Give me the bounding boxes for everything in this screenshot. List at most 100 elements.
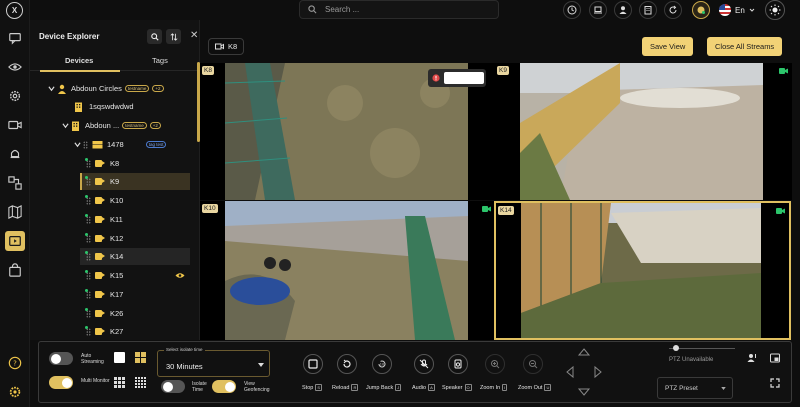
chevron-down-icon [62,123,69,129]
coin-user-icon[interactable] [692,1,710,19]
building-icon[interactable] [639,1,657,19]
online-status-dot [85,176,88,179]
layout-grid-3x3-icon[interactable] [114,377,125,388]
camera-label: K17 [110,290,124,299]
theme-toggle-sun-icon[interactable] [765,0,785,20]
explorer-search-button[interactable] [147,29,162,44]
view-geofencing-label: View Geofencing [244,381,270,393]
online-status-dot [85,195,88,198]
refresh-icon[interactable] [664,1,682,19]
alert-icon [432,74,440,82]
camera-feed-image [520,63,763,200]
app-logo[interactable]: X [6,2,23,19]
close-all-streams-button[interactable]: Close All Streams [707,37,783,56]
speaker-button[interactable] [448,354,468,374]
recording-camera-icon [482,206,491,212]
active-stream-chip[interactable]: K8 [208,38,245,55]
tree-camera-k10[interactable]: K10 [30,192,195,209]
zoom-in-button[interactable] [485,354,505,374]
shopping-bag-icon[interactable] [7,262,23,278]
stream-tile-k14[interactable]: K14 [494,201,791,340]
stream-tile-k9[interactable]: K9 [495,63,792,200]
zoom-out-caption: Zoom Out U [518,384,552,391]
layout-grid-4x4-icon[interactable] [135,377,146,388]
reload-button[interactable] [337,354,357,374]
user-group-icon [58,84,66,94]
tree-camera-k27[interactable]: K27 [30,323,195,340]
tree-camera-k17[interactable]: K17 [30,286,195,303]
tree-item-site[interactable]: 1sqswdwdwd [30,98,195,115]
clock-icon[interactable] [563,1,581,19]
camera-label: K15 [110,271,124,280]
language-selector[interactable]: En [719,4,755,16]
stream-tile-k8[interactable]: K8 [200,63,495,200]
tree-camera-k15[interactable]: K15 [30,267,195,284]
zoom-out-button[interactable] [523,354,543,374]
tree-camera-k12[interactable]: K12 [30,230,195,247]
fullscreen-icon[interactable] [770,378,780,388]
bell-icon[interactable] [7,146,23,162]
camera-label: K9 [110,177,120,186]
layout-grid-2x2-icon[interactable] [135,352,146,363]
online-status-dot [85,308,88,311]
close-icon[interactable]: ✕ [190,30,198,41]
ptz-preset-select[interactable]: PTZ Preset [657,377,733,399]
count-badge: +2 [149,122,161,129]
tree-camera-k8[interactable]: K8 [30,155,195,172]
ptz-direction-pad[interactable] [563,347,605,397]
top-bar: Search ... En [30,0,800,20]
layout-single-icon[interactable] [114,352,125,363]
isolate-time-toggle[interactable] [161,380,185,393]
tree-camera-k26[interactable]: K26 [30,305,195,322]
tree-item-abdoun[interactable]: Abdoun ... testname +2 [30,117,195,134]
settings-icon[interactable] [7,88,23,104]
multi-monitor-label: Multi Monitor [81,378,110,384]
camera-label: K27 [110,327,124,336]
audio-button[interactable] [414,354,434,374]
tab-tags[interactable]: Tags [152,56,168,65]
video-camera-icon[interactable] [7,117,23,133]
save-view-button[interactable]: Save View [642,37,694,56]
diagram-icon[interactable] [7,175,23,191]
auto-streaming-toggle[interactable] [49,352,73,365]
active-tab-indicator [40,70,120,72]
isolate-time-caption: Select isolate time [164,347,205,352]
help-icon[interactable]: ? [7,355,23,371]
drag-handle-icon[interactable] [83,140,88,149]
person-alert-icon[interactable] [747,353,757,363]
jump-back-button[interactable]: 10 [372,354,392,374]
map-icon[interactable] [7,204,23,220]
stream-tile-k10[interactable]: K10 [200,201,495,340]
tree-item-1478[interactable]: 1478 tag test [30,136,195,153]
eye-icon[interactable] [175,272,185,279]
camera-feed-image [521,203,761,338]
live-view-icon[interactable] [5,231,25,251]
chat-icon[interactable] [7,30,23,46]
user-icon[interactable] [614,1,632,19]
stop-button[interactable] [303,354,323,374]
alert-message-box [444,72,484,84]
ptz-unavailable-label: PTZ Unavailable [669,357,714,363]
eye-icon[interactable] [7,59,23,75]
online-status-dot [85,326,88,329]
tab-devices[interactable]: Devices [65,56,93,65]
multi-monitor-toggle[interactable] [49,376,73,389]
isolate-time-select[interactable]: Select isolate time 30 Minutes [157,347,270,377]
tree-camera-k11[interactable]: K11 [30,211,195,228]
panel-title: Device Explorer [39,32,100,41]
picture-in-picture-icon[interactable] [770,353,780,363]
tree-camera-k14[interactable]: K14 [80,248,190,265]
search-input[interactable]: Search ... [299,0,499,19]
tree-item-abdoun-circles[interactable]: Abdoun Circles testname +2 [30,80,195,97]
zoom-in-icon [491,360,500,369]
view-geofencing-toggle[interactable] [212,380,236,393]
tree-camera-k9[interactable]: K9 [80,173,190,190]
ptz-slider-knob[interactable] [673,345,679,351]
tile-alert-popover[interactable] [428,69,486,87]
laptop-icon[interactable] [589,1,607,19]
gear-icon[interactable] [7,384,23,400]
sort-button[interactable] [166,29,181,44]
camera-icon [95,272,105,279]
caret-down-icon [721,387,726,390]
count-badge: +2 [152,85,164,92]
